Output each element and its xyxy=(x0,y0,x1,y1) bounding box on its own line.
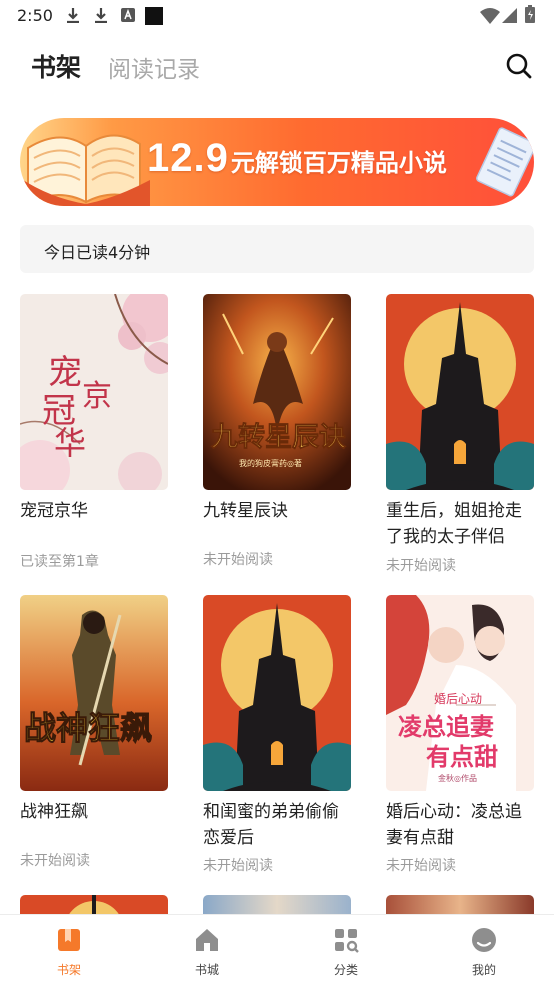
book-cover-image: 婚后心动 凌总追妻 有点甜 金秋◎作品 xyxy=(386,595,534,791)
tab-reading-history[interactable]: 阅读记录 xyxy=(108,50,200,84)
paper-decoration-icon xyxy=(476,127,534,197)
cover-title: 战神狂飙 xyxy=(24,709,152,747)
cover-author: 金秋◎作品 xyxy=(438,773,477,783)
book-cover[interactable] xyxy=(203,595,351,791)
book-item[interactable]: 九转星辰诀 我的狗皮膏药◎著 九转星辰诀 未开始阅读 xyxy=(203,294,351,574)
book-cover-image: 九转星辰诀 我的狗皮膏药◎著 xyxy=(203,294,351,490)
download-icon xyxy=(67,8,79,23)
nav-bookstore[interactable]: 书城 xyxy=(167,925,247,981)
book-cover-image xyxy=(203,595,351,791)
promo-banner[interactable]: 12.9 元解锁百万精品小说 xyxy=(20,118,534,206)
book-status: 未开始阅读 xyxy=(386,858,456,874)
signal-icon xyxy=(502,8,517,23)
today-reading-card[interactable]: 今日已读4分钟 xyxy=(20,225,534,273)
book-cover-partial[interactable] xyxy=(203,895,351,915)
download-icon xyxy=(95,8,107,23)
category-icon xyxy=(335,929,359,953)
status-time: 2:50 xyxy=(17,6,53,25)
book-title: 和闺蜜的弟弟偷偷恋爱后 xyxy=(203,802,339,848)
book-item[interactable]: 战神狂飙 战神狂飙 未开始阅读 xyxy=(20,595,168,875)
book-title: 九转星辰诀 xyxy=(203,501,288,521)
bookshelf-icon xyxy=(58,929,80,951)
book-status: 未开始阅读 xyxy=(203,552,273,568)
book-cover-partial[interactable] xyxy=(386,895,534,915)
banner-headline: 12.9 元解锁百万精品小说 xyxy=(147,136,447,186)
book-item[interactable]: 重生后，姐姐抢走了我的太子伴侣 未开始阅读 xyxy=(386,294,534,574)
book-status: 未开始阅读 xyxy=(20,853,90,869)
tab-bookshelf[interactable]: 书架 xyxy=(31,48,81,84)
book-item[interactable]: 宠 冠 京 华 宠冠京华 已读至第1章 xyxy=(20,294,168,574)
banner-text: 元解锁百万精品小说 xyxy=(230,149,447,177)
keyboard-a-icon xyxy=(121,8,135,22)
book-item[interactable]: 和闺蜜的弟弟偷偷恋爱后 未开始阅读 xyxy=(203,595,351,875)
profile-icon xyxy=(472,928,496,952)
cover-title-4: 华 xyxy=(54,424,86,462)
book-status: 未开始阅读 xyxy=(203,858,273,874)
book-cover-image xyxy=(386,294,534,490)
cover-title: 九转星辰诀 xyxy=(211,422,346,453)
nav-label: 书架 xyxy=(56,963,81,977)
nav-label: 我的 xyxy=(471,963,496,977)
nav-profile[interactable]: 我的 xyxy=(444,925,524,981)
book-status: 未开始阅读 xyxy=(386,558,456,574)
book-cover[interactable]: 战神狂飙 xyxy=(20,595,168,791)
nav-label: 书城 xyxy=(194,963,219,977)
book-title: 宠冠京华 xyxy=(20,501,88,521)
book-cover[interactable]: 婚后心动 凌总追妻 有点甜 金秋◎作品 xyxy=(386,595,534,791)
book-title: 战神狂飙 xyxy=(20,802,88,822)
status-bar: 2:50 xyxy=(0,0,554,32)
cover-title-3: 京 xyxy=(82,379,112,414)
battery-icon xyxy=(525,5,535,23)
book-cover-partial[interactable] xyxy=(20,895,168,915)
bottom-nav: 书架 书城 分类 我的 xyxy=(0,914,554,984)
wifi-icon xyxy=(480,8,500,24)
header: 书架 阅读记录 xyxy=(0,40,554,90)
square-icon xyxy=(145,7,163,25)
book-item[interactable]: 婚后心动 凌总追妻 有点甜 金秋◎作品 婚后心动：凌总追妻有点甜 未开始阅读 xyxy=(386,595,534,875)
cover-title-line1: 凌总追妻 xyxy=(398,712,494,741)
nav-label: 分类 xyxy=(333,963,358,977)
book-cover[interactable]: 九转星辰诀 我的狗皮膏药◎著 xyxy=(203,294,351,490)
book-cover-image: 战神狂飙 xyxy=(20,595,168,791)
cover-author: 我的狗皮膏药◎著 xyxy=(239,458,302,468)
book-status: 已读至第1章 xyxy=(20,554,99,570)
today-reading-text: 今日已读4分钟 xyxy=(44,243,151,262)
search-icon[interactable] xyxy=(505,52,533,80)
cover-title-1: 宠 xyxy=(48,353,82,393)
book-title: 婚后心动：凌总追妻有点甜 xyxy=(386,802,522,848)
open-book-icon xyxy=(20,134,150,206)
nav-bookshelf[interactable]: 书架 xyxy=(29,925,109,981)
banner-price: 12.9 xyxy=(147,136,229,180)
home-icon xyxy=(196,929,218,951)
book-cover[interactable]: 宠 冠 京 华 xyxy=(20,294,168,490)
book-cover[interactable] xyxy=(386,294,534,490)
book-title: 重生后，姐姐抢走了我的太子伴侣 xyxy=(386,501,522,547)
cover-subtitle: 婚后心动 xyxy=(434,692,482,706)
book-cover-image: 宠 冠 京 华 xyxy=(20,294,168,490)
nav-category[interactable]: 分类 xyxy=(306,925,386,981)
cover-title-line2: 有点甜 xyxy=(426,742,498,771)
